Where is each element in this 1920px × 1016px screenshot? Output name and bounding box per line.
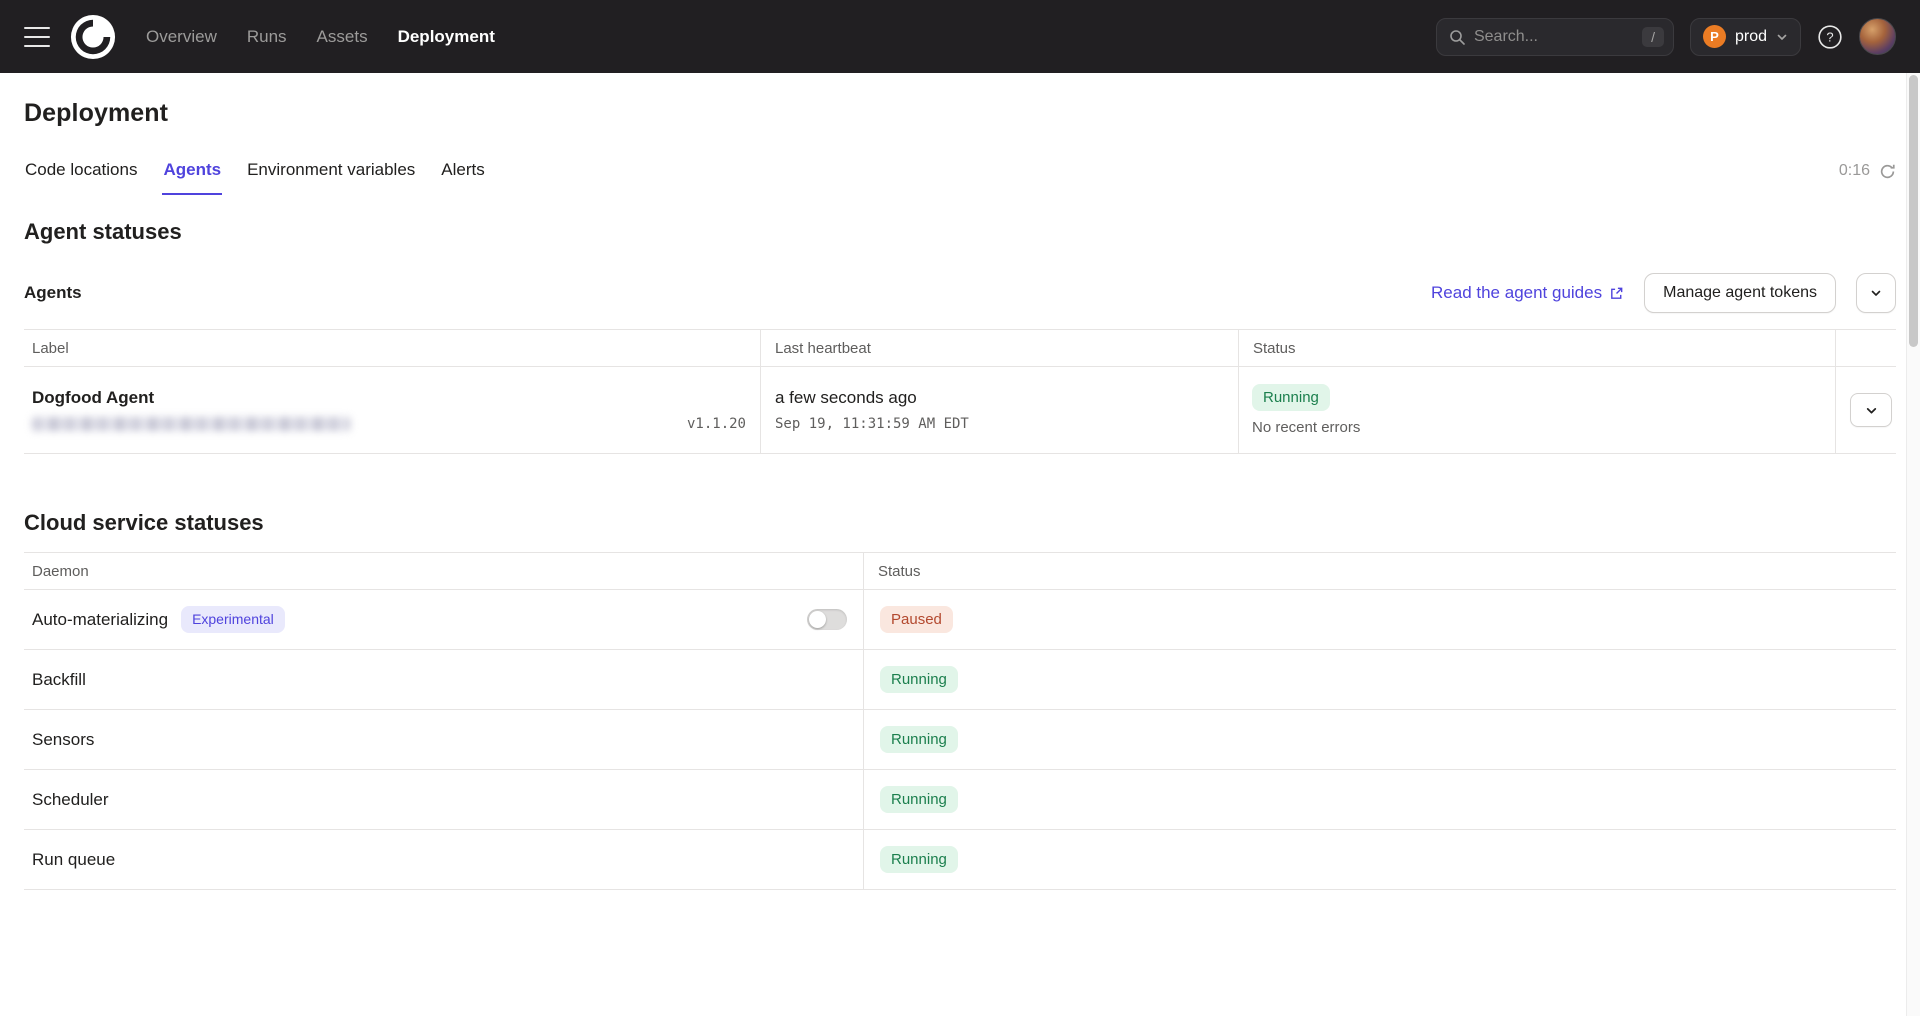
agent-name: Dogfood Agent <box>32 388 746 408</box>
daemon-status-cell: Running <box>864 650 1896 709</box>
agent-id-redacted <box>32 417 350 431</box>
table-row-scheduler: Scheduler Running <box>24 770 1896 830</box>
status-badge: Running <box>880 786 958 814</box>
top-navbar: Overview Runs Assets Deployment / P prod… <box>0 0 1920 73</box>
status-badge: Running <box>880 666 958 694</box>
column-header-status: Status <box>1239 330 1836 366</box>
agent-table-row: Dogfood Agent v1.1.20 a few seconds ago … <box>24 367 1896 454</box>
nav-item-assets[interactable]: Assets <box>317 27 368 47</box>
tab-agents[interactable]: Agents <box>162 158 222 195</box>
cloud-service-statuses-heading: Cloud service statuses <box>24 510 1896 536</box>
status-badge: Paused <box>880 606 953 634</box>
refresh-timer: 0:16 <box>1839 162 1896 180</box>
table-row-backfill: Backfill Running <box>24 650 1896 710</box>
daemon-cell: Sensors <box>24 710 864 769</box>
primary-nav: Overview Runs Assets Deployment <box>146 27 495 47</box>
refresh-icon[interactable] <box>1879 163 1896 180</box>
agent-guides-link[interactable]: Read the agent guides <box>1431 283 1624 303</box>
nav-item-runs[interactable]: Runs <box>247 27 287 47</box>
table-row-auto-materializing: Auto-materializing Experimental Paused <box>24 590 1896 650</box>
table-row-sensors: Sensors Running <box>24 710 1896 770</box>
navbar-right-cluster: / P prod ? <box>1436 18 1896 56</box>
auto-materializing-toggle[interactable] <box>807 609 847 630</box>
column-header-label: Label <box>24 330 761 366</box>
column-header-actions <box>1836 330 1896 366</box>
agent-heartbeat-cell: a few seconds ago Sep 19, 11:31:59 AM ED… <box>761 367 1239 453</box>
column-header-daemon: Daemon <box>24 553 864 589</box>
daemon-cell: Auto-materializing Experimental <box>24 590 864 649</box>
tab-alerts[interactable]: Alerts <box>440 158 485 195</box>
daemon-cell: Backfill <box>24 650 864 709</box>
vertical-scrollbar[interactable] <box>1906 73 1920 1016</box>
daemon-status-cell: Running <box>864 710 1896 769</box>
search-input[interactable] <box>1474 28 1633 46</box>
agents-toolbar: Agents Read the agent guides Manage agen… <box>24 273 1896 313</box>
daemon-name: Scheduler <box>32 790 109 810</box>
agent-status-note: No recent errors <box>1252 419 1360 436</box>
agents-subheading: Agents <box>24 283 82 303</box>
daemon-status-cell: Paused <box>864 590 1896 649</box>
daemon-name: Run queue <box>32 850 115 870</box>
tabs-row: Code locations Agents Environment variab… <box>24 158 1896 195</box>
refresh-countdown: 0:16 <box>1839 162 1870 180</box>
nav-item-deployment[interactable]: Deployment <box>398 27 495 47</box>
agent-guides-link-label: Read the agent guides <box>1431 283 1602 303</box>
help-icon[interactable]: ? <box>1817 24 1843 50</box>
agent-version: v1.1.20 <box>687 416 746 432</box>
chevron-down-icon <box>1776 31 1788 43</box>
daemon-status-cell: Running <box>864 770 1896 829</box>
agent-actions-menu-button[interactable] <box>1856 273 1896 313</box>
search-box[interactable]: / <box>1436 18 1674 56</box>
hamburger-menu-icon[interactable] <box>24 27 50 47</box>
table-row-run-queue: Run queue Running <box>24 830 1896 890</box>
page-title: Deployment <box>24 99 1896 128</box>
cloud-services-table: Daemon Status Auto-materializing Experim… <box>24 552 1896 890</box>
svg-text:?: ? <box>1826 29 1833 44</box>
agents-table: Label Last heartbeat Status Dogfood Agen… <box>24 329 1896 454</box>
status-badge: Running <box>880 846 958 874</box>
deployment-tabs: Code locations Agents Environment variab… <box>24 158 486 195</box>
search-icon <box>1449 29 1465 45</box>
nav-item-overview[interactable]: Overview <box>146 27 217 47</box>
tab-environment-variables[interactable]: Environment variables <box>246 158 416 195</box>
deployment-switcher[interactable]: P prod <box>1690 18 1801 56</box>
status-badge: Running <box>880 726 958 754</box>
daemon-cell: Scheduler <box>24 770 864 829</box>
agent-expand-button[interactable] <box>1850 393 1892 427</box>
agents-toolbar-actions: Read the agent guides Manage agent token… <box>1431 273 1896 313</box>
manage-agent-tokens-button[interactable]: Manage agent tokens <box>1644 273 1836 313</box>
agent-statuses-heading: Agent statuses <box>24 219 1896 245</box>
agent-status-cell: Running No recent errors <box>1239 367 1836 453</box>
user-avatar[interactable] <box>1859 18 1896 55</box>
main-content: Deployment Code locations Agents Environ… <box>0 99 1920 930</box>
daemon-name: Auto-materializing <box>32 610 168 630</box>
column-header-last-heartbeat: Last heartbeat <box>761 330 1239 366</box>
column-header-status: Status <box>864 553 1896 589</box>
search-shortcut-hint: / <box>1642 27 1664 47</box>
agent-expand-cell <box>1836 367 1906 453</box>
external-link-icon <box>1609 286 1624 301</box>
agent-status-badge: Running <box>1252 384 1330 412</box>
scrollbar-thumb[interactable] <box>1909 75 1918 347</box>
heartbeat-relative: a few seconds ago <box>775 388 1224 408</box>
experimental-badge: Experimental <box>181 606 285 632</box>
daemon-status-cell: Running <box>864 830 1896 889</box>
cloud-table-header: Daemon Status <box>24 553 1896 590</box>
daemon-name: Sensors <box>32 730 94 750</box>
deployment-avatar: P <box>1703 25 1726 48</box>
agents-table-header: Label Last heartbeat Status <box>24 330 1896 367</box>
daemon-name: Backfill <box>32 670 86 690</box>
dagster-logo-icon[interactable] <box>70 14 116 60</box>
tab-code-locations[interactable]: Code locations <box>24 158 138 195</box>
heartbeat-timestamp: Sep 19, 11:31:59 AM EDT <box>775 416 1224 432</box>
agent-label-cell: Dogfood Agent v1.1.20 <box>24 367 761 453</box>
deployment-name: prod <box>1735 28 1767 46</box>
daemon-cell: Run queue <box>24 830 864 889</box>
